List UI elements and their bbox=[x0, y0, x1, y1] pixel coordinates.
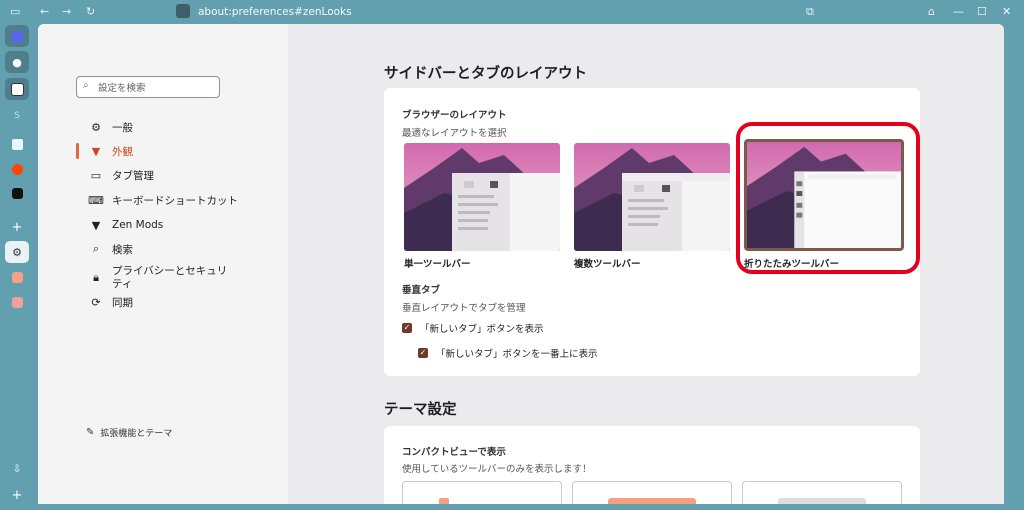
extensions-themes-link[interactable]: ✎ 拡張機能とテーマ bbox=[86, 426, 172, 439]
browser-layout-title: ブラウザーのレイアウト bbox=[402, 110, 507, 121]
compact-view-title: コンパクトビューで表示 bbox=[402, 447, 506, 458]
layout-card: ブラウザーのレイアウト 最適なレイアウトを選択 単一ツールバー 複数ツールバー … bbox=[384, 88, 920, 376]
url-bar[interactable]: about:preferences#zenLooks bbox=[198, 4, 352, 20]
nav-item-zen-mods[interactable]: ▼ Zen Mods bbox=[88, 215, 164, 235]
settings-content: サイドバーとタブのレイアウト ブラウザーのレイアウト 最適なレイアウトを選択 単… bbox=[288, 24, 1004, 504]
reddit-icon[interactable] bbox=[5, 158, 29, 180]
theme-card: コンパクトビューで表示 使用しているツールバーのみを表示します！ bbox=[384, 426, 920, 504]
settings-icon[interactable]: ⚙ bbox=[5, 241, 29, 263]
close-icon[interactable]: ✕ bbox=[1002, 4, 1011, 20]
window-icon: ▭ bbox=[90, 168, 102, 182]
gear-icon: ⚙ bbox=[91, 120, 101, 134]
download-icon[interactable]: ⇩ bbox=[5, 458, 29, 480]
multiple-toolbar-label: 複数ツールバー bbox=[574, 259, 641, 270]
search-icon: ⌕ bbox=[92, 242, 100, 255]
compact-preview-1[interactable] bbox=[402, 481, 562, 504]
paint-brush-icon: ▼ bbox=[91, 144, 101, 158]
single-toolbar-preview[interactable] bbox=[404, 143, 560, 251]
nav-item-appearance[interactable]: ▼ 外観 bbox=[88, 141, 133, 161]
multiple-toolbar-preview[interactable] bbox=[574, 143, 730, 251]
vertical-tabs-desc: 垂直レイアウトでタブを管理 bbox=[402, 303, 526, 314]
checkbox-checked-icon: ✓ bbox=[418, 348, 428, 358]
maximize-icon[interactable]: ☐ bbox=[977, 4, 987, 20]
selected-indicator bbox=[76, 143, 79, 159]
compact-preview-3[interactable] bbox=[742, 481, 902, 504]
new-tab-button-checkbox[interactable]: ✓ 「新しいタブ」ボタンを表示 bbox=[402, 321, 544, 335]
keyboard-icon: ⌨ bbox=[88, 193, 104, 207]
single-toolbar-label: 単一ツールバー bbox=[404, 259, 471, 270]
back-icon[interactable]: ← bbox=[40, 4, 49, 20]
theme-section-title: テーマ設定 bbox=[384, 402, 457, 418]
minimize-icon[interactable]: — bbox=[953, 4, 964, 20]
folder-icon[interactable] bbox=[5, 133, 29, 155]
nav-item-search[interactable]: ⌕ 検索 bbox=[88, 239, 133, 259]
compact-preview-2[interactable] bbox=[572, 481, 732, 504]
brush-icon: ▼ bbox=[91, 218, 101, 232]
new-tab-icon[interactable]: + bbox=[5, 484, 29, 506]
annotation-highlight-box bbox=[736, 122, 920, 274]
vertical-tabs-title: 垂直タブ bbox=[402, 285, 441, 296]
app2-icon[interactable] bbox=[5, 291, 29, 313]
sync-icon: ⟳ bbox=[91, 295, 101, 309]
nav-item-privacy[interactable]: 🔒︎ プライバシーとセキュリ ティ bbox=[88, 264, 227, 292]
nav-item-general[interactable]: ⚙ 一般 bbox=[88, 117, 133, 137]
compact-view-desc: 使用しているツールバーのみを表示します！ bbox=[402, 464, 592, 475]
checkbox-checked-icon: ✓ bbox=[402, 323, 412, 333]
discord-icon[interactable] bbox=[5, 25, 29, 47]
extension-puzzle-icon[interactable]: ⧉ bbox=[806, 4, 814, 20]
x-icon[interactable] bbox=[5, 182, 29, 204]
add-icon[interactable]: + bbox=[5, 216, 29, 238]
settings-nav: ⌕ 設定を検索 ⚙ 一般 ▼ 外観 ▭ タブ管理 ⌨ キーボードショートカット … bbox=[38, 24, 288, 504]
lock-icon: 🔒︎ bbox=[93, 271, 99, 284]
forward-icon[interactable]: → bbox=[62, 4, 71, 20]
preferences-window: ⌕ 設定を検索 ⚙ 一般 ▼ 外観 ▭ タブ管理 ⌨ キーボードショートカット … bbox=[38, 24, 1004, 504]
puzzle-icon: ✎ bbox=[86, 427, 95, 438]
top-toolbar: ▭ ← → ↻ about:preferences#zenLooks ⧉ ⌂ —… bbox=[0, 0, 1024, 24]
s-icon[interactable]: S bbox=[5, 105, 29, 127]
layout-section-title: サイドバーとタブのレイアウト bbox=[384, 66, 587, 82]
nav-item-tab-management[interactable]: ▭ タブ管理 bbox=[88, 165, 154, 185]
search-input[interactable]: ⌕ 設定を検索 bbox=[76, 76, 220, 98]
notion-icon[interactable] bbox=[5, 78, 29, 100]
search-icon: ⌕ bbox=[83, 80, 89, 91]
search-placeholder: 設定を検索 bbox=[98, 83, 146, 94]
app1-icon[interactable] bbox=[5, 266, 29, 288]
nav-item-keyboard-shortcuts[interactable]: ⌨ キーボードショートカット bbox=[88, 190, 238, 210]
browser-layout-desc: 最適なレイアウトを選択 bbox=[402, 128, 507, 139]
url-favicon bbox=[176, 4, 190, 18]
zen-shield-icon[interactable]: ⌂ bbox=[928, 4, 935, 20]
github-icon[interactable]: ● bbox=[5, 51, 29, 73]
new-tab-top-checkbox[interactable]: ✓ 「新しいタブ」ボタンを一番上に表示 bbox=[418, 346, 598, 360]
sidebar-toggle-icon[interactable]: ▭ bbox=[10, 4, 20, 20]
reload-icon[interactable]: ↻ bbox=[86, 4, 95, 20]
nav-item-sync[interactable]: ⟳ 同期 bbox=[88, 292, 133, 312]
